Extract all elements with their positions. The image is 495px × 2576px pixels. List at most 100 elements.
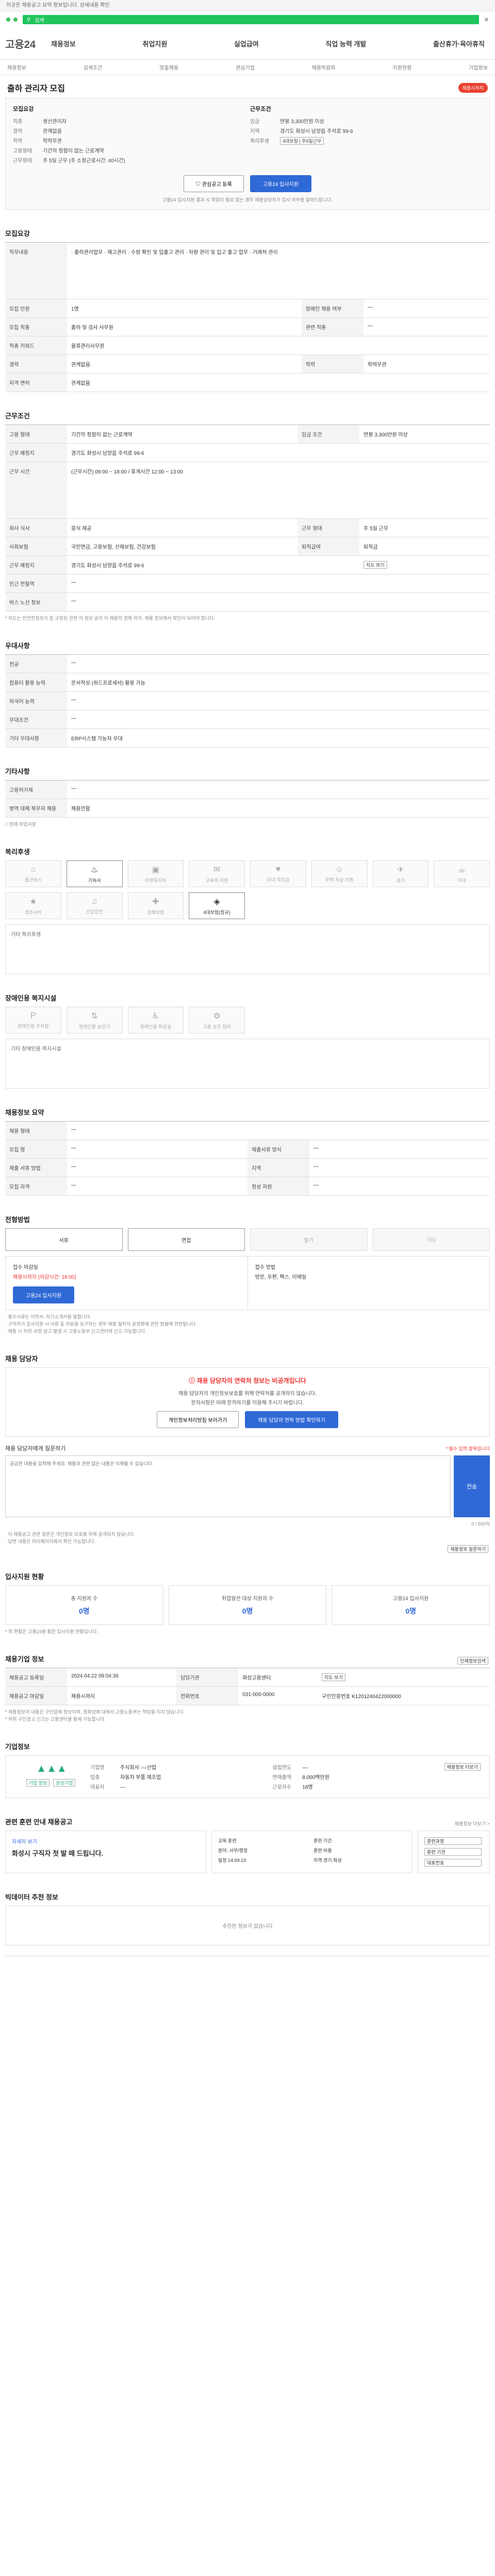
close-icon[interactable]: ✕ (484, 16, 489, 23)
more-jobs-button[interactable]: 채용정보 더보기 (444, 1763, 481, 1771)
table-key: 병역 대체 복무자 채용 (5, 799, 67, 818)
field-val: — (120, 1785, 125, 1790)
summary-box: 모집요강 직종 생산관리자 경력 관계없음 학력 학력무관 고용형태 기간의 정함이 없… (5, 98, 490, 210)
card-title: 기타 장애인용 복지시설 (11, 1046, 61, 1052)
benefit-item: ♥ 자녀 학자금 (250, 860, 306, 887)
table-val: — (67, 1177, 248, 1196)
nav-item[interactable]: 출산휴가·육아휴직 (433, 39, 485, 48)
table-key: 장애인 채용 여부 (301, 299, 364, 318)
subnav-item[interactable]: 관심기업 (236, 63, 255, 71)
summary-key: 학력 (13, 139, 23, 144)
job-header: 출하 관리자 모집 채용시까지 (5, 75, 490, 98)
summary-row: 직종 생산관리자 (13, 117, 245, 125)
benefit-label: 휴가 (396, 877, 405, 883)
facility-label: 고용 보조 장비 (203, 1024, 231, 1029)
nav-item[interactable]: 직업 능력 개발 (325, 39, 366, 48)
note-line: · 필수서류는 이력서, 자기소개서를 말합니다. (5, 1314, 92, 1319)
benefit-item: ◈ 4대보험(정규) (189, 892, 245, 919)
summary-key: 임금 (250, 119, 260, 125)
benefit-icon: ♥ (275, 865, 281, 874)
table-val: — (67, 780, 490, 799)
table-val: 국민연금, 고용보험, 산재보험, 건강보험 (67, 537, 298, 556)
nav-item[interactable]: 채용정보 (51, 39, 76, 48)
company-logo: ▲▲▲ 기업 정보 관심기업 (13, 1763, 90, 1790)
map-button[interactable]: 지도 보기 (364, 561, 387, 569)
summary-key: 경력 (13, 129, 23, 134)
stat-card: 총 지원자 수 0명 (5, 1585, 163, 1625)
table-val: 관계없음 (67, 354, 302, 374)
apply-button-2[interactable]: 고용24 입사지원 (13, 1286, 75, 1303)
subnav-item[interactable]: 검색조건 (84, 63, 103, 71)
benefit-item: ✉ 교육비 지원 (189, 860, 245, 887)
apply-deadline: 접수 마감일 채용시까지 (마감시간: 18:00) 고용24 입사지원 (6, 1257, 248, 1310)
side-button[interactable]: 훈련 기관 (424, 1848, 482, 1856)
section-title: 관련 훈련 안내 채용공고 (5, 1818, 73, 1826)
table-key: 학력 (301, 354, 364, 374)
interest-button[interactable]: ♡ 관심공고 등록 (184, 175, 244, 192)
question-input[interactable] (5, 1455, 451, 1517)
benefit-item: ♫ 건강검진 (66, 892, 123, 919)
talent-search-link[interactable]: 인재정보검색 (457, 1657, 488, 1665)
table-row: 근무 예정지 경기도 화성시 남양읍 주석로 99-6 지도 보기 (5, 555, 490, 574)
table-val: K1201240422000000 (352, 1694, 401, 1700)
apply-button[interactable]: 고용24 입사지원 (250, 175, 311, 192)
table-row: 병역 대체 복무자 채용 채용안함 (5, 799, 490, 818)
disability-note[interactable]: □ 장애 취업사항 (5, 821, 490, 828)
table-row: 버스 노선 정보 — (5, 592, 490, 612)
benefit-icon: ▣ (152, 865, 160, 874)
question-notes: · 이 채용공고 관련 질문은 개인정보 보호를 위해 공개되지 않습니다. ·… (5, 1531, 490, 1545)
question-link[interactable]: 채용정보 질문하기 (448, 1545, 488, 1553)
note-line: · 답변 내용은 마이페이지에서 확인 가능합니다. (5, 1539, 96, 1544)
site-logo[interactable]: 고용24 (5, 36, 36, 51)
summary-key: 고용형태 (13, 148, 32, 154)
table-row: 채용 형태 — (5, 1121, 490, 1140)
card-link[interactable]: 자세히 보기 (12, 1837, 200, 1845)
company-more: 채용정보 더보기 (444, 1763, 482, 1790)
table-val: ERP시스템 가능자 우대 (67, 728, 490, 748)
method-option: 서류 (5, 1228, 123, 1251)
subnav-item[interactable]: 지원현황 (392, 63, 411, 71)
benefit-label: 교육비 지원 (205, 877, 228, 883)
note-line: · 구직자가 입사지원 시 서류 등 자료를 요구하는 경우 채용 절차의 공정… (5, 1321, 197, 1327)
table-val: 물류관리사무원 (67, 336, 490, 355)
subnav-item[interactable]: 채용박람회 (312, 63, 336, 71)
stat-card: 고용24 입사지원 0명 (332, 1585, 490, 1625)
nav-item[interactable]: 실업급여 (234, 39, 259, 48)
apply-note: 고용24 입사지원 결과 시 학업이 필요 없는 경우 채용담당자가 입사 여부… (162, 197, 333, 202)
side-button[interactable]: 훈련과정 (424, 1837, 482, 1845)
nav-item[interactable]: 취업지원 (142, 39, 167, 48)
company-info-button[interactable]: 기업 정보 (26, 1779, 50, 1787)
more-link[interactable]: 채용정보 더보기 > (455, 1820, 490, 1827)
benefit-label: 주택 자금 지원 (325, 877, 354, 883)
table-val: 연봉 3,300만원 이상 (359, 425, 490, 444)
summary-row: 임금 연봉 3,300만원 이상 (250, 117, 482, 125)
search-input[interactable]: ⚲ 검색 (23, 15, 479, 24)
search-label: 검색 (35, 18, 44, 24)
company-field: 근로자수 18명 (272, 1783, 444, 1790)
method-options: 서류 면접 필기 기타 (5, 1228, 490, 1251)
subnav-item[interactable]: 맞춤채용 (159, 63, 178, 71)
section-method: 전형방법 서류 면접 필기 기타 접수 마감일 채용시까지 (마감시간: 18:… (5, 1214, 490, 1335)
contact-warning: ⓘ 채용 담당자의 연락처 정보는 비공개입니다 채용 담당자의 개인정보보호를… (5, 1367, 490, 1437)
privacy-button[interactable]: 개인정보처리방침 보러가기 (157, 1411, 239, 1428)
table-row: 경력 관계없음 학력 학력무관 (5, 354, 490, 374)
subnav-item[interactable]: 기업정보 (469, 63, 488, 71)
map-button[interactable]: 지도 보기 (322, 1673, 345, 1681)
contact-method-button[interactable]: 채용 담당자 연락 방법 확인하기 (245, 1411, 338, 1428)
field-key: 업종 (90, 1775, 100, 1781)
interest-company-button[interactable]: 관심기업 (53, 1779, 76, 1787)
facility-item: ♿ 장애인용 화장실 (127, 1007, 184, 1033)
subnav-item[interactable]: 채용정보 (7, 63, 26, 71)
facility-item: ⇅ 장애인용 승강기 (66, 1007, 123, 1033)
table-key: 임금 조건 (298, 425, 360, 444)
apply-val: 채용시까지 (마감시간: 18:00) (13, 1275, 76, 1280)
table-row: 회사 식사 중식 제공 근무 형태 주 5일 근무 (5, 518, 490, 537)
training-card[interactable]: 자세히 보기 화성시 구직자 첫 발 떼 드립니다. (5, 1831, 206, 1873)
side-button[interactable]: 대표번호 (424, 1859, 482, 1867)
send-button[interactable]: 전송 (454, 1455, 490, 1517)
window-dots (6, 18, 18, 22)
table-key: 근무 예정지 (5, 443, 67, 462)
stat-label: 취업알선 대상 지원자 수 (221, 1596, 274, 1602)
table-row: 직종 키워드 물류관리사무원 (5, 336, 490, 355)
note-line: · 채용 시 허위·과장 광고 발생 시 고용노동부 신고센터에 신고 가능합니… (5, 1329, 146, 1334)
